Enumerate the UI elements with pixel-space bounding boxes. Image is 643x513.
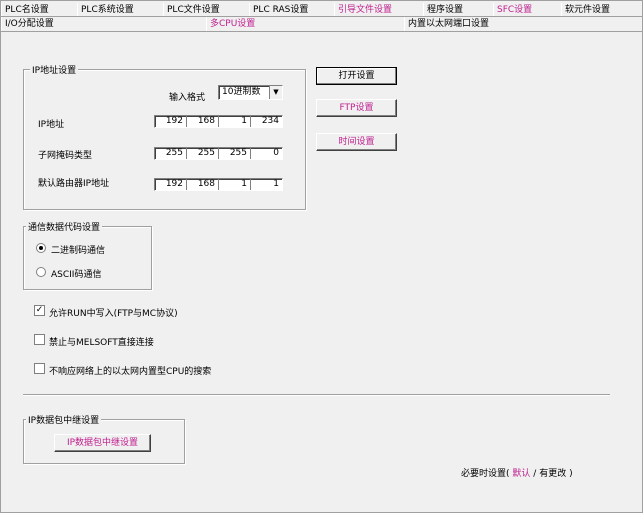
tab-device[interactable]: 软元件设置 [561,3,641,17]
input-format-label: 输入格式 [169,93,206,103]
tab-builtin-ethernet[interactable]: 内置以太网端口设置 [404,17,642,31]
ip-relay-settings-button[interactable]: IP数据包中继设置 [54,434,151,452]
legend-default: 默认 [512,469,531,479]
mask-octet-2[interactable]: 255 [186,148,218,159]
subnet-mask-field[interactable]: 255 255 255 0 [154,147,283,160]
no-search-response-checkbox[interactable] [34,363,45,374]
allow-run-write-checkbox[interactable]: ✓ [34,305,45,316]
tab-boot-file[interactable]: 引导文件设置 [334,3,424,17]
ftp-settings-button[interactable]: FTP设置 [316,99,397,117]
tab-multi-cpu[interactable]: 多CPU设置 [206,17,404,31]
input-format-value: 10进制数 [222,87,261,97]
ip-octet-4[interactable]: 234 [250,116,282,127]
tab-plc-system[interactable]: PLC系统设置 [77,3,163,17]
legend-prefix: 必要时设置( [461,469,510,479]
gateway-octet-3[interactable]: 1 [218,179,250,190]
ip-octet-1[interactable]: 192 [155,116,186,127]
ip-group-title: IP地址设置 [30,63,79,76]
tab-program[interactable]: 程序设置 [423,3,493,17]
tab-plc-ras[interactable]: PLC RAS设置 [249,3,335,17]
gateway-field[interactable]: 192 168 1 1 [154,178,283,191]
parameter-dialog: PLC名设置 PLC系统设置 PLC文件设置 PLC RAS设置 引导文件设置 … [0,0,643,513]
tab-plc-file[interactable]: PLC文件设置 [163,3,249,17]
gateway-octet-4[interactable]: 1 [250,179,282,190]
ip-address-group: IP地址设置 输入格式 10进制数 ▼ IP地址 192 168 1 234 子… [23,63,306,210]
legend-changed: 有更改 [539,469,567,479]
tab-content-top [1,31,642,32]
tab-row-1: PLC名设置 PLC系统设置 PLC文件设置 PLC RAS设置 引导文件设置 … [1,3,643,17]
mask-octet-4[interactable]: 0 [250,148,282,159]
no-search-response-label[interactable]: 不响应网络上的以太网内置型CPU的搜索 [49,364,211,377]
tab-row-2: I/O分配设置 多CPU设置 内置以太网端口设置 [1,17,643,31]
mask-octet-1[interactable]: 255 [155,148,186,159]
tab-io-assignment[interactable]: I/O分配设置 [1,17,205,31]
section-divider [23,394,610,396]
ip-address-field[interactable]: 192 168 1 234 [154,115,283,128]
gateway-octet-2[interactable]: 168 [186,179,218,190]
input-format-select[interactable]: 10进制数 ▼ [218,85,283,100]
radio-selected-dot [39,246,43,250]
relay-group-title: IP数据包中继设置 [26,413,102,426]
binary-radio[interactable] [36,243,46,253]
gateway-label: 默认路由器IP地址 [38,179,110,189]
time-settings-button[interactable]: 时间设置 [316,133,397,151]
legend-suffix: ) [569,469,573,479]
comm-data-code-group: 通信数据代码设置 二进制码通信 ASCII码通信 [23,220,152,290]
allow-run-write-label[interactable]: 允许RUN中写入(FTP与MC协议) [49,306,178,319]
forbid-melsoft-checkbox[interactable] [34,334,45,345]
binary-label[interactable]: 二进制码通信 [51,243,105,256]
settings-legend: 必要时设置( 默认 / 有更改 ) [461,466,573,479]
tab-sfc[interactable]: SFC设置 [493,3,561,17]
ip-octet-2[interactable]: 168 [186,116,218,127]
ascii-radio[interactable] [36,267,46,277]
ip-address-label: IP地址 [38,120,65,130]
forbid-melsoft-label[interactable]: 禁止与MELSOFT直接连接 [49,335,154,348]
ascii-label[interactable]: ASCII码通信 [51,267,101,280]
open-settings-button[interactable]: 打开设置 [316,67,397,85]
legend-separator: / [533,469,537,479]
chevron-down-icon[interactable]: ▼ [269,86,282,99]
ip-relay-group: IP数据包中继设置 IP数据包中继设置 [23,413,185,464]
subnet-mask-label: 子网掩码类型 [38,151,93,161]
comm-group-title: 通信数据代码设置 [26,220,103,233]
mask-octet-3[interactable]: 255 [218,148,250,159]
gateway-octet-1[interactable]: 192 [155,179,186,190]
tab-plc-name[interactable]: PLC名设置 [1,3,77,17]
ip-octet-3[interactable]: 1 [218,116,250,127]
